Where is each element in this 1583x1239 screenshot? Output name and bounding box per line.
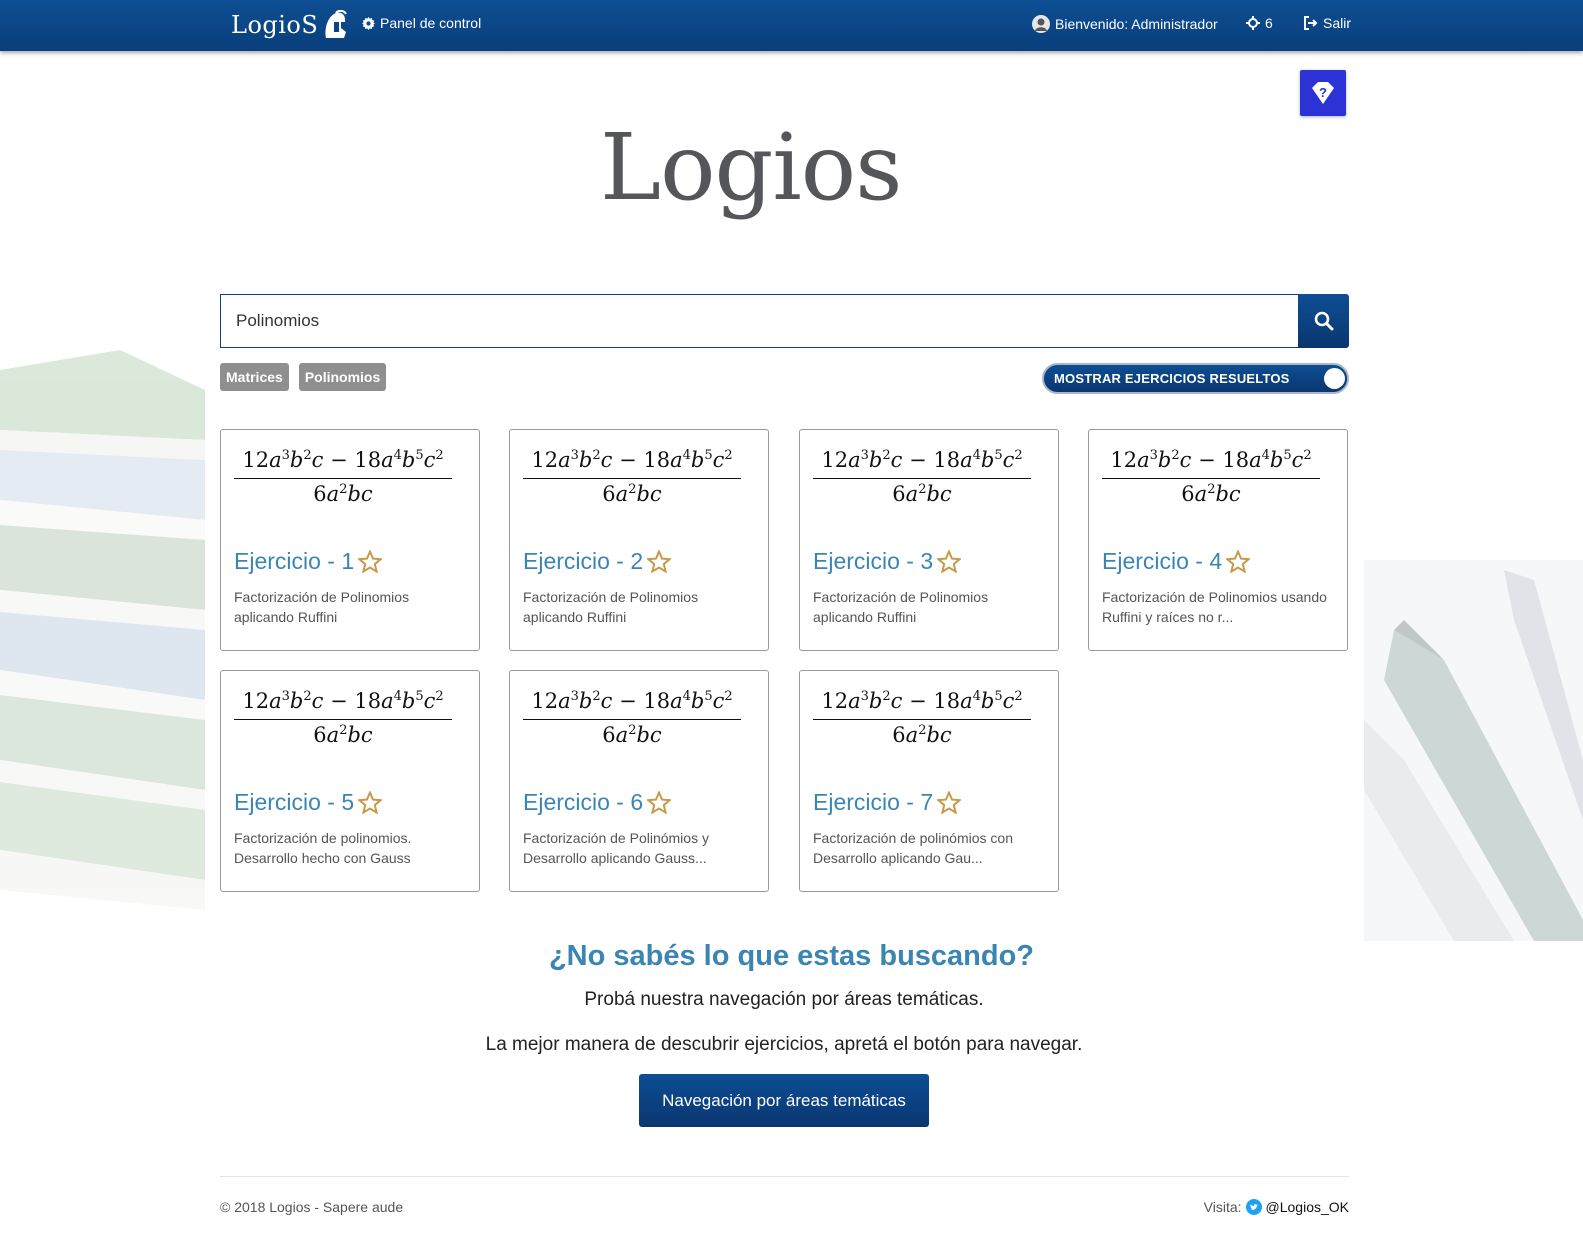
exercise-description: Factorización de Polinomios aplicando Ru… [234,589,410,625]
exercise-description: Factorización de Polinomios usando Ruffi… [1102,589,1327,625]
nav-welcome-label: Bienvenido: Administrador [1055,16,1218,32]
toggle-knob [1324,368,1345,389]
pencils-background-image [1364,560,1583,941]
formula-numerator: 12a3b2c − 18a4b5c2 [523,689,741,720]
points-icon [1246,16,1260,30]
exercise-description: Factorización de polinomios. Desarrollo … [234,830,412,866]
star-outline-icon[interactable] [937,550,962,573]
exercise-title-text: Ejercicio - 6 [523,789,644,815]
exercise-formula: 12a3b2c − 18a4b5c2 6a2bc [1102,448,1320,506]
exercise-card[interactable]: 12a3b2c − 18a4b5c2 6a2bc Ejercicio - 4 Fact… [1088,429,1348,651]
formula-denominator: 6a2bc [892,723,952,747]
exercise-formula: 12a3b2c − 18a4b5c2 6a2bc [523,689,741,747]
main-logo: Logios [600,108,920,228]
thematic-navigation-button[interactable]: Navegación por áreas temáticas [639,1074,929,1127]
user-avatar-icon [1032,15,1050,33]
nav-user-menu[interactable]: Bienvenido: Administrador [1032,15,1218,33]
svg-text:?: ? [1319,85,1327,100]
formula-numerator: 12a3b2c − 18a4b5c2 [813,448,1031,479]
exercise-title-text: Ejercicio - 3 [813,548,934,574]
exercise-card[interactable]: 12a3b2c − 18a4b5c2 6a2bc Ejercicio - 2 Fact… [509,429,769,651]
footer-divider [220,1176,1349,1177]
formula-numerator: 12a3b2c − 18a4b5c2 [523,448,741,479]
exercise-description: Factorización de Polinómios y Desarrollo… [523,830,709,866]
footer-visit: Visita: @Logios_OK [1204,1199,1349,1215]
formula-denominator: 6a2bc [602,723,662,747]
star-outline-icon[interactable] [358,791,383,814]
exercise-formula: 12a3b2c − 18a4b5c2 6a2bc [234,689,452,747]
spartan-helmet-icon [325,10,348,38]
exercise-title-text: Ejercicio - 4 [1102,548,1223,574]
exercise-formula: 12a3b2c − 18a4b5c2 6a2bc [813,448,1031,506]
bottom-title: ¿No sabés lo que estas buscando? [548,940,1035,972]
exercise-card[interactable]: 12a3b2c − 18a4b5c2 6a2bc Ejercicio - 1 Fact… [220,429,480,651]
star-outline-icon[interactable] [358,550,383,573]
exercise-description: Factorización de polinómios con Desarrol… [813,830,1013,866]
exercise-description: Factorización de Polinomios aplicando Ru… [813,589,989,625]
exercise-formula: 12a3b2c − 18a4b5c2 6a2bc [813,689,1031,747]
search-tags: Matrices Polinomios [220,363,387,391]
exercise-title[interactable]: Ejercicio - 3 [813,548,962,575]
nav-panel-label: Panel de control [380,15,482,31]
shield-question-icon: ? [1312,82,1334,104]
exercise-title-text: Ejercicio - 2 [523,548,644,574]
twitter-icon [1245,1199,1262,1215]
exercise-title[interactable]: Ejercicio - 5 [234,789,383,816]
exercise-card[interactable]: 12a3b2c − 18a4b5c2 6a2bc Ejercicio - 5 Fact… [220,670,480,892]
formula-denominator: 6a2bc [313,723,373,747]
formula-denominator: 6a2bc [313,482,373,506]
help-button[interactable]: ? [1300,70,1346,116]
show-solved-toggle[interactable]: MOSTRAR EJERCICIOS RESUELTOS [1042,363,1349,394]
nav-panel-de-control[interactable]: Panel de control [362,15,481,31]
nav-points-value: 6 [1265,15,1273,31]
exercise-formula: 12a3b2c − 18a4b5c2 6a2bc [234,448,452,506]
brand-logo-text: LogioS [231,11,319,39]
star-outline-icon[interactable] [647,791,672,814]
exercise-title[interactable]: Ejercicio - 6 [523,789,672,816]
main-logo-text: Logios [600,114,902,221]
search-button[interactable] [1298,294,1349,348]
exercise-title[interactable]: Ejercicio - 7 [813,789,962,816]
toggle-label: MOSTRAR EJERCICIOS RESUELTOS [1054,371,1290,386]
tag-polinomios[interactable]: Polinomios [298,363,387,391]
books-background-image [0,350,205,910]
formula-denominator: 6a2bc [602,482,662,506]
exercise-card[interactable]: 12a3b2c − 18a4b5c2 6a2bc Ejercicio - 7 Fact… [799,670,1059,892]
footer-copyright: © 2018 Logios - Sapere aude [220,1199,404,1215]
exercise-description: Factorización de Polinomios aplicando Ru… [523,589,699,625]
exercise-title[interactable]: Ejercicio - 4 [1102,548,1251,575]
nav-exit-button[interactable]: Salir [1303,15,1351,31]
formula-numerator: 12a3b2c − 18a4b5c2 [1102,448,1320,479]
exercise-formula: 12a3b2c − 18a4b5c2 6a2bc [523,448,741,506]
gear-icon [362,16,375,30]
exercise-title-text: Ejercicio - 7 [813,789,934,815]
exercise-title-text: Ejercicio - 5 [234,789,355,815]
top-navbar: LogioS Panel de control Bienvenido: Admi… [0,0,1583,51]
navbar-brand[interactable]: LogioS [231,8,348,42]
formula-numerator: 12a3b2c − 18a4b5c2 [234,448,452,479]
star-outline-icon[interactable] [937,791,962,814]
exercise-card[interactable]: 12a3b2c − 18a4b5c2 6a2bc Ejercicio - 6 Fact… [509,670,769,892]
formula-numerator: 12a3b2c − 18a4b5c2 [234,689,452,720]
nav-points[interactable]: 6 [1246,15,1273,31]
bottom-line-2: La mejor manera de descubrir ejercicios,… [485,1034,1083,1055]
exercise-card[interactable]: 12a3b2c − 18a4b5c2 6a2bc Ejercicio - 3 Fact… [799,429,1059,651]
nav-exit-label: Salir [1323,15,1352,31]
exercise-title[interactable]: Ejercicio - 1 [234,548,383,575]
search-icon [1314,311,1333,331]
tag-matrices[interactable]: Matrices [220,363,289,391]
exercise-title[interactable]: Ejercicio - 2 [523,548,672,575]
footer-twitter-link[interactable]: @Logios_OK [1266,1199,1349,1215]
formula-denominator: 6a2bc [1181,482,1241,506]
search-bar [220,294,1349,348]
search-input[interactable] [220,294,1298,348]
footer-visit-label: Visita: [1203,1199,1242,1215]
formula-denominator: 6a2bc [892,482,952,506]
star-outline-icon[interactable] [647,550,672,573]
bottom-line-1: Probá nuestra navegación por áreas temát… [584,989,984,1010]
exit-icon [1304,16,1318,30]
exercise-title-text: Ejercicio - 1 [234,548,355,574]
star-outline-icon[interactable] [1226,550,1251,573]
formula-numerator: 12a3b2c − 18a4b5c2 [813,689,1031,720]
